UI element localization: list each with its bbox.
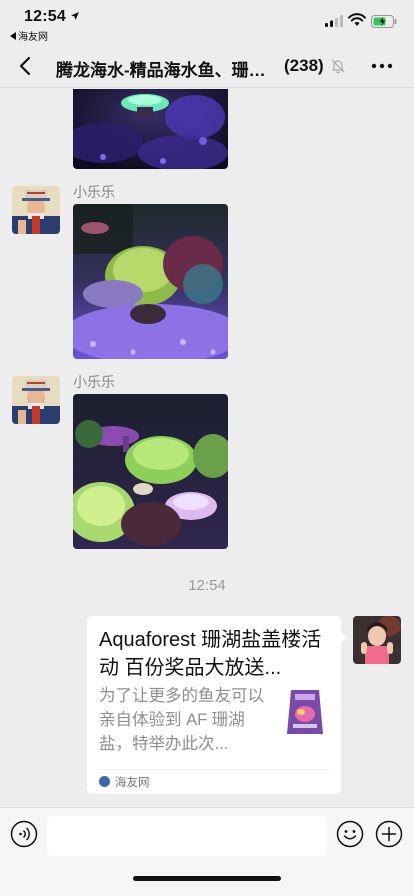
wifi-icon <box>348 13 366 26</box>
emoji-icon[interactable] <box>336 820 364 848</box>
status-bar: 12:54 海友网 <box>0 0 414 44</box>
battery-icon <box>371 15 397 28</box>
chat-nav-bar: 腾龙海水-精品海水鱼、珊… (238) <box>0 44 414 88</box>
back-chevron-icon[interactable] <box>10 52 40 80</box>
back-triangle-icon <box>10 32 16 40</box>
plus-icon[interactable] <box>375 820 403 848</box>
message-timestamp: 12:54 <box>188 577 226 594</box>
my-avatar[interactable] <box>353 616 401 664</box>
sender-name: 小乐乐 <box>73 374 115 390</box>
voice-icon[interactable] <box>10 820 38 848</box>
message-image-3[interactable] <box>73 394 228 549</box>
source-logo-icon <box>99 776 110 787</box>
chat-input-bar <box>0 807 414 896</box>
sender-avatar[interactable] <box>12 186 60 234</box>
location-arrow-icon <box>71 12 79 20</box>
link-card-divider <box>99 769 329 770</box>
link-card-description: 为了让更多的鱼友可以亲自体验到 AF 珊湖盐，特举办此次... <box>99 687 264 753</box>
home-indicator <box>133 876 281 881</box>
link-card-message[interactable]: Aquaforest 珊湖盐盖楼活动 百份奖品大放送... 为了让更多的鱼友可以… <box>87 616 341 794</box>
status-time: 12:54 <box>24 8 66 25</box>
more-dots-icon[interactable] <box>368 56 396 76</box>
sender-name: 小乐乐 <box>73 184 115 200</box>
link-card-source: 海友网 <box>115 777 150 789</box>
link-card-title: Aquaforest 珊湖盐盖楼活动 百份奖品大放送... <box>99 629 322 679</box>
signal-icon <box>325 15 343 27</box>
sender-avatar[interactable] <box>12 376 60 424</box>
message-image-2[interactable] <box>73 204 228 359</box>
bubble-tail <box>339 630 347 644</box>
link-card-thumbnail <box>277 684 333 740</box>
back-to-app-link[interactable]: 海友网 <box>10 28 48 43</box>
back-app-label: 海友网 <box>18 32 48 43</box>
chat-title: 腾龙海水-精品海水鱼、珊… <box>56 61 266 80</box>
message-image-1[interactable] <box>73 89 228 169</box>
message-input[interactable] <box>47 816 327 856</box>
mute-bell-icon <box>331 59 345 74</box>
member-count: (238) <box>284 56 324 75</box>
chat-message-list[interactable]: 小乐乐 小乐乐 12:54 Aquaforest 珊湖盐盖楼活动 百份奖品大放送… <box>0 89 414 807</box>
